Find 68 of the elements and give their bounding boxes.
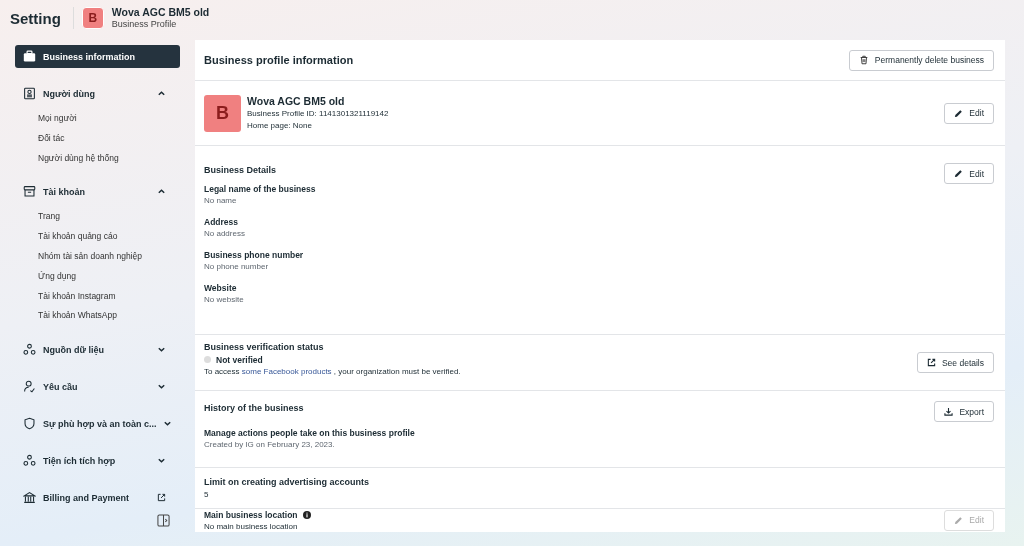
field-value: No name — [204, 195, 238, 208]
sidebar-subitem[interactable]: Nhóm tài sản doanh nghiệp — [15, 247, 180, 267]
section-heading: Main business location — [204, 508, 298, 521]
facebook-products-link[interactable]: some Facebook products — [241, 366, 332, 376]
business-avatar: B — [81, 7, 104, 29]
sidebar-subitem[interactable]: Tài khoản WhatsApp — [15, 306, 180, 327]
sidebar-icon — [23, 87, 36, 100]
external-link-icon — [926, 358, 936, 368]
sidebar-item[interactable]: Người dùng — [15, 82, 180, 105]
field-value: No address — [204, 228, 246, 241]
field-label: Address — [204, 216, 239, 229]
page-title: Setting — [10, 9, 61, 27]
sidebar-subitem[interactable]: Tài khoản quảng cáo — [15, 227, 180, 247]
location-value: No main business location — [204, 520, 299, 532]
section-heading: Limit on creating advertising accounts — [204, 475, 370, 489]
pencil-icon — [954, 515, 964, 525]
limit-value: 5 — [204, 488, 210, 501]
sidebar-subitem[interactable]: Trang — [15, 207, 180, 228]
download-icon — [944, 407, 954, 417]
profile-detail: Business Profile ID: 1141301321119142 — [247, 108, 389, 120]
sidebar-icon — [23, 491, 36, 505]
sidebar-icon — [23, 417, 36, 431]
action-button[interactable]: See details — [916, 352, 994, 374]
delete-business-button[interactable]: Permanently delete business — [848, 49, 994, 71]
collapse-sidebar-icon[interactable] — [157, 514, 170, 527]
business-avatar: B — [204, 94, 241, 132]
trash-icon — [858, 55, 869, 65]
sidebar-item[interactable]: Nguồn dữ liệu — [15, 338, 180, 362]
field-value: No phone number — [204, 261, 270, 274]
sidebar-item[interactable]: Tiện ích tích hợp — [15, 449, 180, 473]
sidebar-item[interactable]: Business information — [15, 45, 180, 68]
info-icon — [302, 510, 311, 519]
verification-note: To access some Facebook products , your organization must be verified. — [204, 365, 461, 378]
sidebar-subitem[interactable]: Đối tác — [15, 128, 180, 149]
pencil-icon — [954, 108, 964, 118]
sidebar-icon — [23, 454, 36, 468]
section-heading: Business verification status — [204, 340, 325, 354]
verification-status: Not verified — [216, 353, 263, 366]
sidebar-icon — [23, 380, 36, 394]
sidebar-item[interactable]: Billing and Payment — [15, 486, 180, 508]
external-link-icon — [157, 493, 166, 503]
action-button[interactable]: Edit — [944, 102, 994, 124]
sidebar-item[interactable]: Tài khoản — [15, 180, 180, 204]
history-note: Created by IG on February 23, 2023. — [204, 439, 336, 452]
sidebar-subitem[interactable]: Người dùng hệ thống — [15, 148, 180, 169]
field-label: Business phone number — [204, 249, 305, 262]
sidebar-subitem[interactable]: Mọi người — [15, 109, 180, 129]
action-button[interactable]: Edit — [944, 163, 994, 185]
section-heading: Business Details — [204, 164, 278, 178]
business-subtitle: Business Profile — [111, 18, 178, 30]
history-subtitle: Manage actions people take on this business profile — [204, 427, 415, 440]
action-button[interactable]: Export — [934, 401, 994, 423]
profile-detail: Home page: None — [247, 119, 313, 132]
sidebar-icon — [23, 343, 36, 357]
sidebar-item[interactable]: Yêu cầu — [15, 375, 180, 399]
field-value: No website — [204, 294, 245, 307]
section-title: Business profile information — [204, 54, 354, 66]
pencil-icon — [954, 169, 964, 179]
sidebar-icon — [23, 185, 36, 199]
business-name: Wova AGC BM5 old — [247, 95, 346, 109]
field-label: Website — [204, 282, 238, 295]
field-label: Legal name of the business — [204, 183, 316, 196]
sidebar-subitem[interactable]: Ứng dụng — [15, 266, 180, 287]
sidebar-subitem[interactable]: Tài khoản Instagram — [15, 286, 180, 307]
sidebar-item[interactable]: Sự phù hợp và an toàn c... — [15, 412, 180, 436]
business-name: Wova AGC BM5 old — [111, 6, 210, 18]
section-heading: History of the business — [204, 402, 305, 416]
sidebar-icon — [23, 50, 36, 63]
